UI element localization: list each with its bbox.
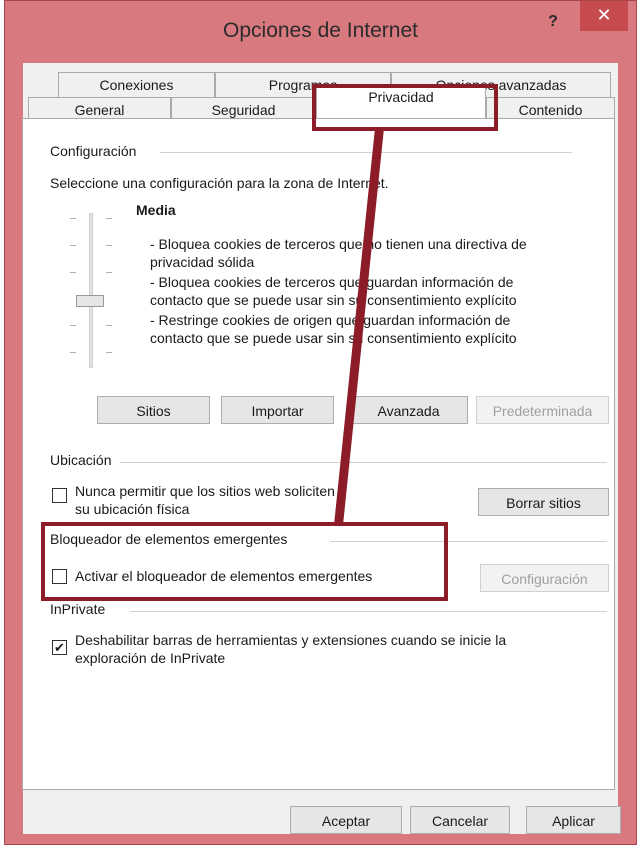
privacidad-tab-highlight xyxy=(312,84,498,131)
popup-blocker-highlight xyxy=(41,522,448,601)
arrow-line-shape xyxy=(334,128,384,525)
